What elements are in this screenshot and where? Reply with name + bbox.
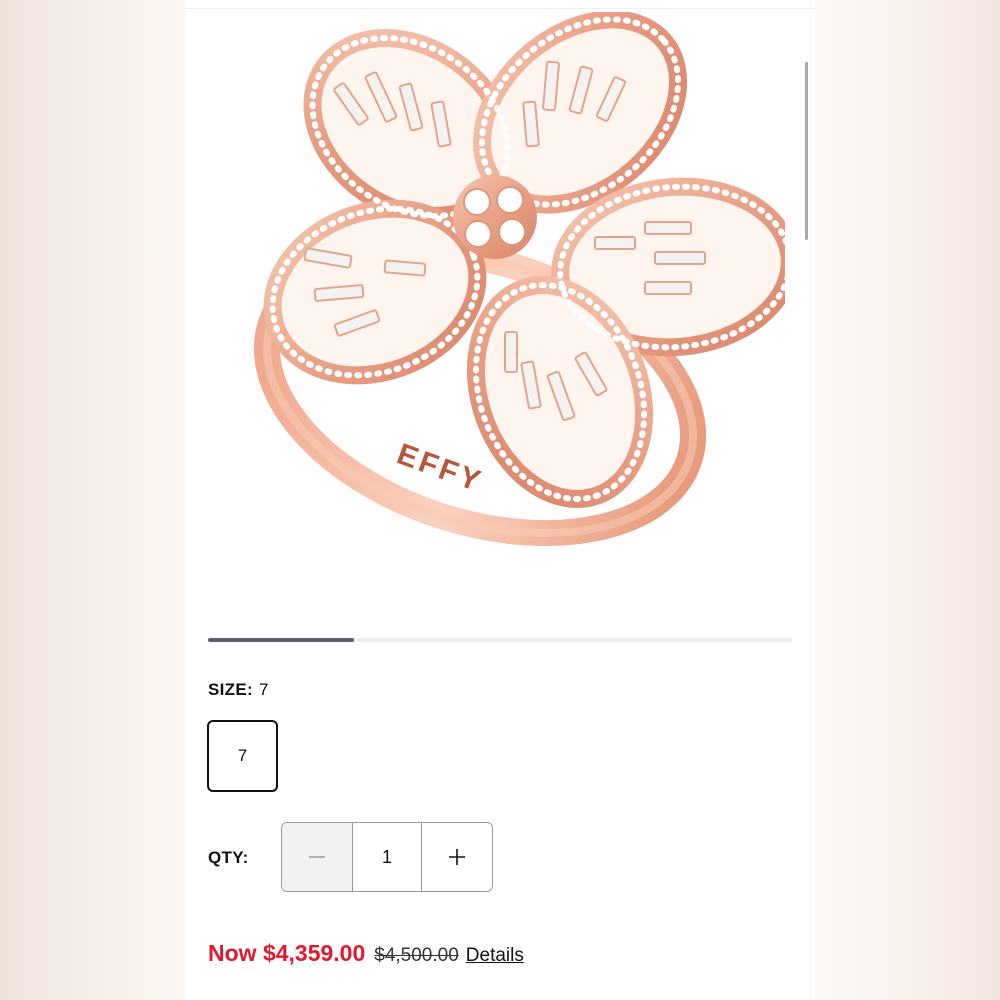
size-selected-value: 7	[258, 680, 269, 699]
quantity-stepper: 1	[281, 822, 493, 892]
page-backdrop-right	[815, 0, 1000, 1000]
product-image[interactable]: EFFY	[225, 10, 799, 572]
quantity-value[interactable]: 1	[353, 823, 421, 891]
product-page[interactable]: EFFY SIZE: 7 7 QTY: 1 Now $4,359.00 $4,5…	[185, 0, 815, 1000]
plus-icon	[449, 849, 465, 865]
size-heading: SIZE: 7	[208, 680, 268, 700]
details-link[interactable]: Details	[466, 945, 524, 967]
price-row: Now $4,359.00 $4,500.00 Details	[208, 940, 524, 967]
increment-button[interactable]	[421, 823, 492, 891]
decrement-button[interactable]	[282, 823, 353, 891]
size-label: SIZE:	[208, 680, 253, 699]
original-price: $4,500.00	[374, 945, 459, 966]
header-divider	[185, 8, 815, 9]
scrollbar[interactable]	[805, 62, 808, 240]
gallery-progress-track[interactable]	[208, 638, 792, 642]
flower-ring-image: EFFY	[253, 10, 799, 547]
qty-label: QTY:	[208, 848, 249, 867]
size-option-7[interactable]: 7	[207, 720, 278, 792]
sale-price: Now $4,359.00	[208, 940, 366, 966]
gallery-progress-indicator	[208, 638, 354, 642]
minus-icon	[309, 856, 325, 858]
